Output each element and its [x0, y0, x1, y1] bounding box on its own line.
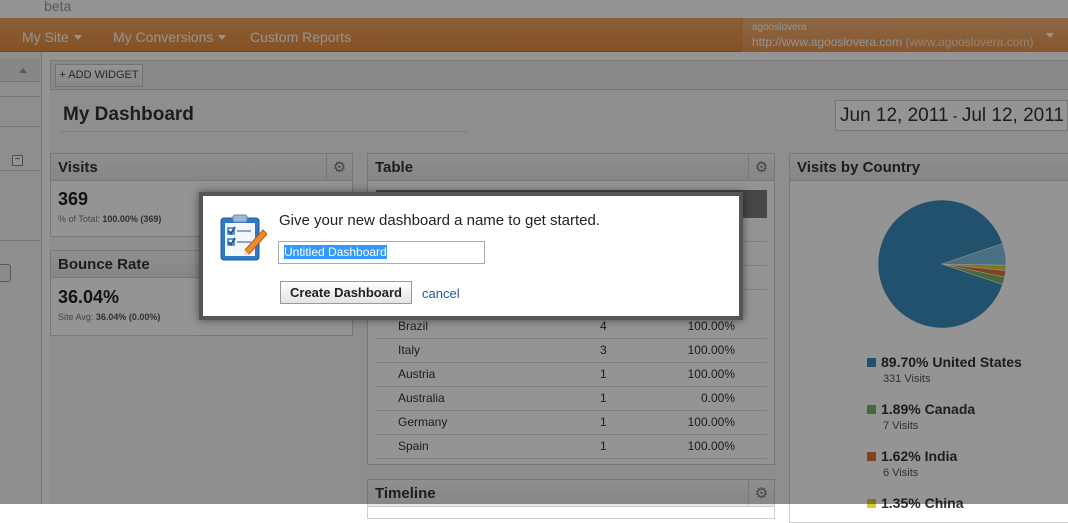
dashboard-name-value: Untitled Dashboard [284, 245, 387, 259]
create-dashboard-button[interactable]: Create Dashboard [280, 281, 412, 304]
dialog-prompt: Give your new dashboard a name to get st… [279, 212, 601, 229]
clipboard-icon [220, 214, 267, 261]
cancel-link[interactable]: cancel [422, 286, 460, 301]
dashboard-name-input[interactable]: Untitled Dashboard [278, 241, 485, 264]
new-dashboard-dialog: Give your new dashboard a name to get st… [199, 192, 743, 320]
